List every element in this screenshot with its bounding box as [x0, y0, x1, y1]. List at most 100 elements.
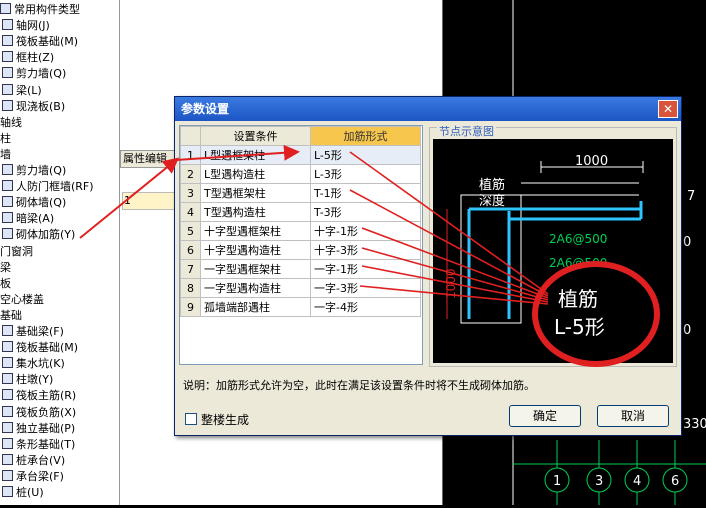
- tree-item[interactable]: 门窗洞: [0, 244, 33, 260]
- condition-cell: 十字型遇框架柱: [200, 221, 311, 241]
- rebar-form-cell[interactable]: T-3形: [310, 202, 421, 222]
- condition-cell: L型遇框架柱: [200, 145, 311, 165]
- tree-item[interactable]: 轴网(J): [0, 18, 50, 34]
- tree-item[interactable]: 基础: [0, 308, 22, 324]
- tree-item-label: 门窗洞: [0, 244, 33, 258]
- corner-header: [180, 126, 201, 146]
- footing-icon: [2, 421, 13, 433]
- tree-item[interactable]: 板: [0, 276, 11, 292]
- whole-building-checkbox[interactable]: [185, 413, 197, 425]
- condition-cell: L型遇构造柱: [200, 164, 311, 184]
- tree-item[interactable]: 人防门框墙(RF): [0, 179, 94, 195]
- row-number: 9: [180, 297, 201, 317]
- beam-icon: [2, 212, 13, 224]
- property-editor-title: 属性编辑: [120, 150, 180, 168]
- table-row[interactable]: 9 孤墙端部遇柱 一字-4形: [180, 297, 421, 317]
- rebar-label-2: 2A6@500: [549, 256, 607, 270]
- rebar-form-cell[interactable]: L-3形: [310, 164, 421, 184]
- cancel-button[interactable]: 取消: [597, 405, 669, 427]
- rebar-form-cell[interactable]: 一字-1形: [310, 259, 421, 279]
- node-diagram: 1000 植筋 深度 1000 2A6@500 2A6@500: [433, 139, 673, 363]
- rebar-icon: [2, 228, 13, 240]
- wall-icon: [2, 180, 13, 192]
- whole-building-label: 整楼生成: [201, 413, 250, 427]
- rebar-form-cell[interactable]: L-5形: [310, 145, 421, 165]
- tree-item[interactable]: 剪力墙(Q): [0, 163, 66, 179]
- tree-item[interactable]: 桩承台(V): [0, 453, 65, 469]
- tree-item-label: 砌体墙(Q): [16, 196, 67, 210]
- side-mark: 7: [687, 189, 695, 204]
- note-text: 说明：加筋形式允许为空，此时在满足该设置条件时将不生成砌体加筋。: [183, 379, 535, 392]
- rebar-form-cell[interactable]: 一字-4形: [310, 297, 421, 317]
- table-row[interactable]: 6 十字型遇构造柱 十字-3形: [180, 240, 421, 260]
- tree-item-label: 轴线: [0, 115, 22, 129]
- column-icon: [2, 51, 13, 63]
- table-row[interactable]: 2 L型遇构造柱 L-3形: [180, 164, 421, 184]
- tree-item[interactable]: 空心楼盖: [0, 292, 44, 308]
- axis-number: 1: [553, 474, 561, 489]
- tree-item-label: 条形基础(T): [16, 437, 76, 451]
- tree-item-label: 基础梁(F): [16, 325, 64, 338]
- ok-button[interactable]: 确定: [509, 405, 581, 427]
- close-button[interactable]: ✕: [658, 100, 678, 118]
- table-row[interactable]: 1 L型遇框架柱 L-5形: [180, 145, 421, 165]
- node-diagram-svg: 1000 植筋 深度 1000 2A6@500 2A6@500: [444, 154, 644, 324]
- row-number: 4: [180, 202, 201, 222]
- tree-item[interactable]: 条形基础(T): [0, 437, 75, 453]
- tree-item[interactable]: 柱墩(Y): [0, 372, 53, 388]
- folder-icon: [0, 3, 11, 14]
- tree-item[interactable]: 桩(U): [0, 485, 44, 501]
- tree-item[interactable]: 框柱(Z): [0, 50, 54, 66]
- tree-item[interactable]: 筏板负筋(X): [0, 405, 76, 421]
- table-row[interactable]: 3 T型遇框架柱 T-1形: [180, 183, 421, 203]
- table-row[interactable]: 4 T型遇构造柱 T-3形: [180, 202, 421, 222]
- tree-item[interactable]: 筏板主筋(R): [0, 388, 76, 404]
- tree-item[interactable]: 梁(L): [0, 83, 42, 99]
- tree-item[interactable]: 集水坑(K): [0, 356, 65, 372]
- rebar-form-cell[interactable]: 十字-3形: [310, 240, 421, 260]
- diagram-label-1: 植筋: [479, 177, 505, 193]
- tree-item-label: 人防门框墙(RF): [16, 180, 94, 194]
- condition-cell: T型遇框架柱: [200, 183, 311, 203]
- beam-icon: [2, 83, 13, 95]
- tree-item[interactable]: 柱: [0, 131, 11, 147]
- condition-cell: 孤墙端部遇柱: [200, 297, 311, 317]
- row-number: 8: [180, 278, 201, 298]
- tree-item[interactable]: 独立基础(P): [0, 421, 75, 437]
- raft-icon: [2, 341, 13, 353]
- side-mark: 0: [683, 235, 691, 250]
- tree-item[interactable]: 现浇板(B): [0, 99, 65, 115]
- wall-icon: [2, 67, 13, 79]
- tree-item[interactable]: 梁: [0, 260, 11, 276]
- rebar-form-cell[interactable]: T-1形: [310, 183, 421, 203]
- rebar-form-cell[interactable]: 一字-3形: [310, 278, 421, 298]
- tree-item[interactable]: 筏板基础(M): [0, 340, 78, 356]
- row-number: 5: [180, 221, 201, 241]
- tree-item[interactable]: 筏板基础(M): [0, 34, 78, 50]
- tree-item[interactable]: 砌体加筋(Y): [0, 227, 75, 243]
- pile-icon: [2, 486, 13, 497]
- tree-item[interactable]: 轴线: [0, 115, 22, 131]
- beam-icon: [2, 325, 13, 336]
- tree-item-label: 桩(U): [16, 486, 44, 499]
- header-rebar-form[interactable]: 加筋形式: [310, 126, 421, 146]
- table-row[interactable]: 8 一字型遇构造柱 一字-3形: [180, 278, 421, 298]
- rebar-icon: [2, 389, 13, 401]
- tree-item-label: 梁: [0, 260, 11, 274]
- footing-icon: [2, 437, 13, 449]
- tree-item[interactable]: 剪力墙(Q): [0, 66, 66, 82]
- rebar-form-cell[interactable]: 十字-1形: [310, 221, 421, 241]
- tree-item[interactable]: 墙: [0, 147, 11, 163]
- tree-item[interactable]: 基础梁(F): [0, 324, 64, 340]
- table-row[interactable]: 7 一字型遇框架柱 一字-1形: [180, 259, 421, 279]
- tree-item[interactable]: 暗梁(A): [0, 211, 54, 227]
- tree-item[interactable]: 常用构件类型: [0, 2, 80, 18]
- row-number: 6: [180, 240, 201, 260]
- tree-item-label: 柱: [0, 131, 11, 145]
- tree-item[interactable]: 承台梁(F): [0, 469, 64, 485]
- node-diagram-legend: 节点示意图: [437, 123, 496, 139]
- tree-item-label: 筏板基础(M): [16, 35, 79, 49]
- tree-item-label: 基础: [0, 308, 22, 322]
- table-row[interactable]: 5 十字型遇框架柱 十字-1形: [180, 221, 421, 241]
- tree-item[interactable]: 砌体墙(Q): [0, 195, 66, 211]
